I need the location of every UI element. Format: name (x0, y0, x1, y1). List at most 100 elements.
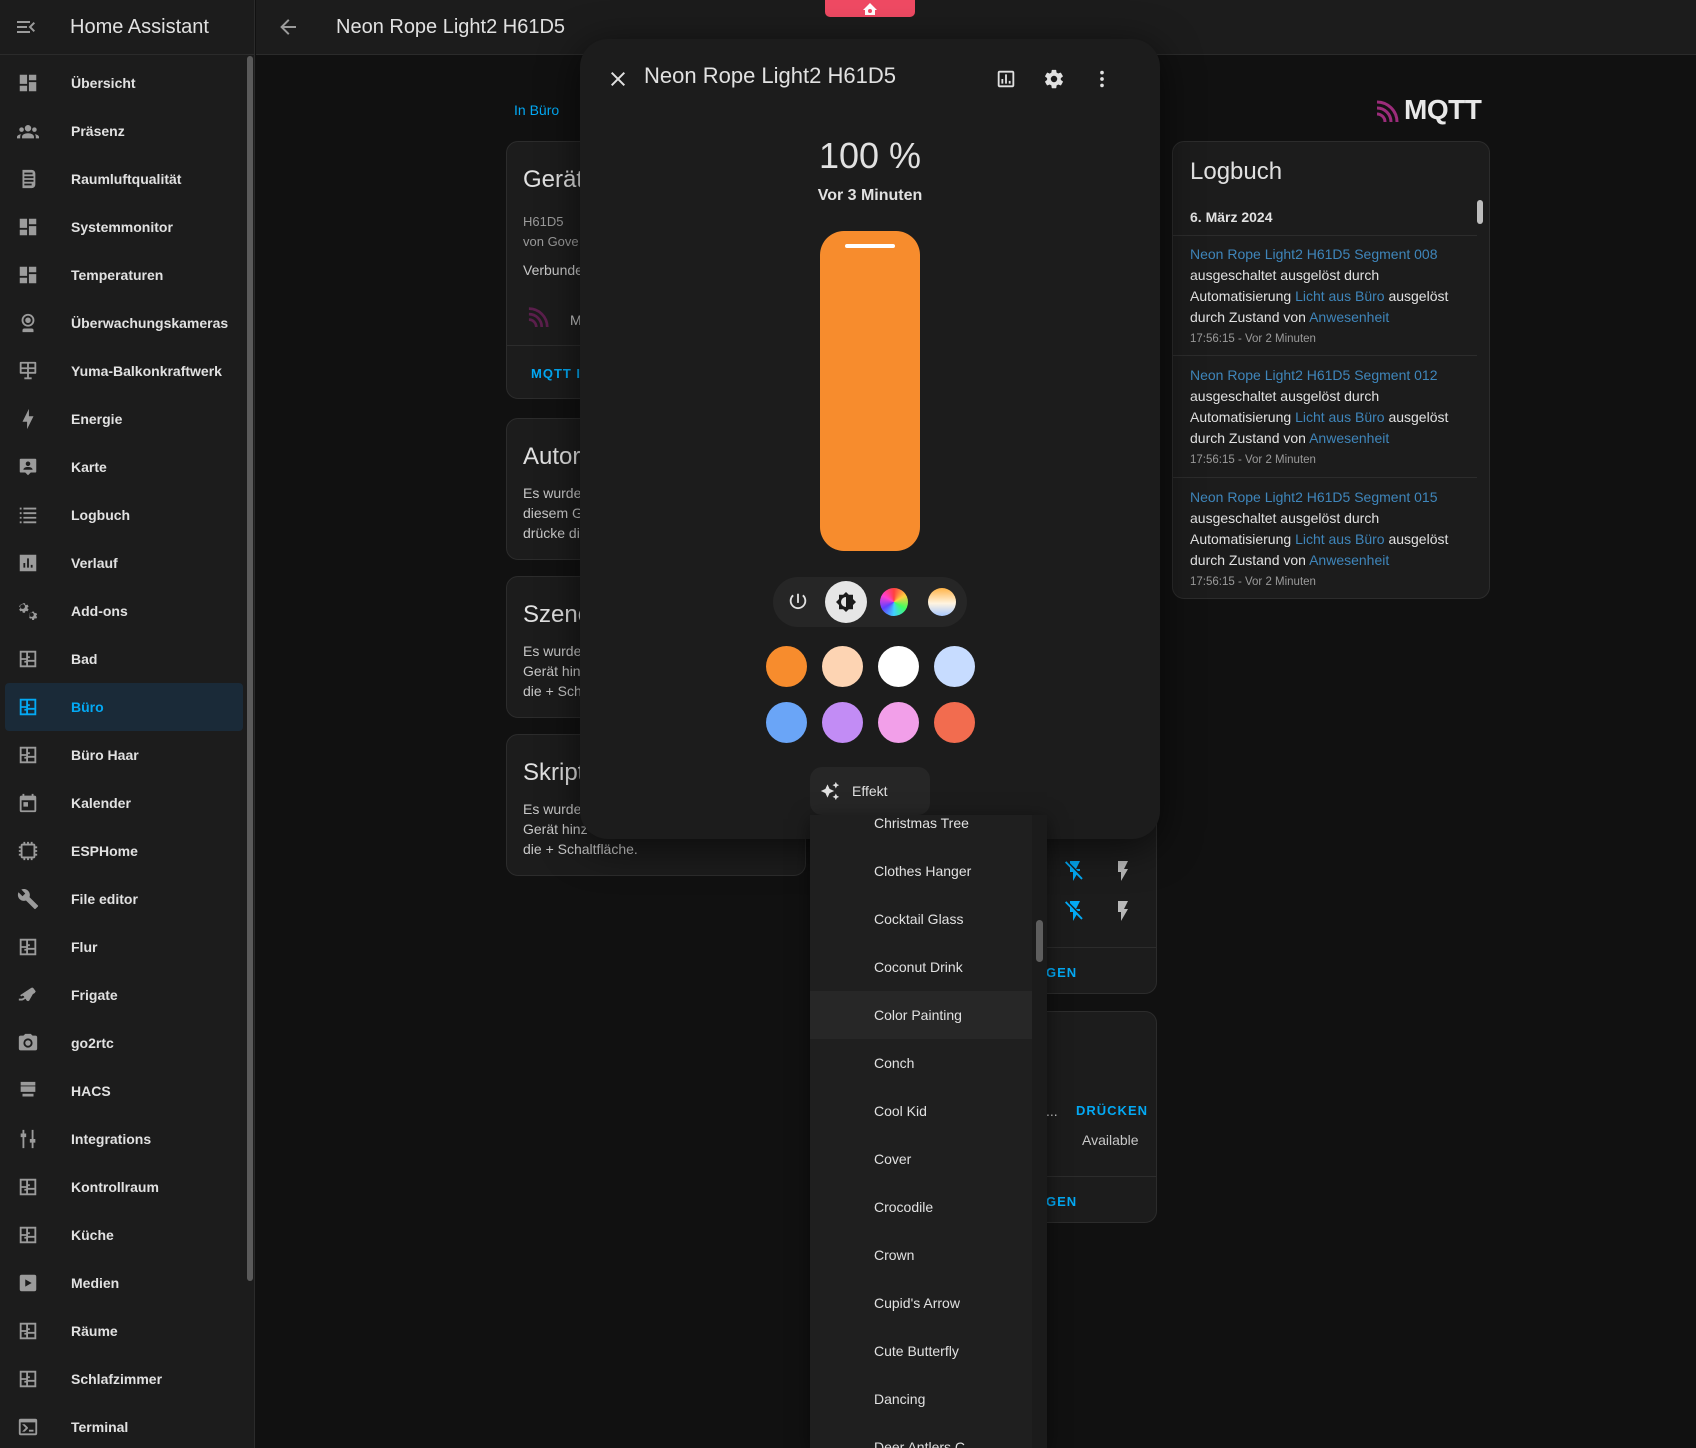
entry-trigger: ausgelöst (1388, 409, 1449, 425)
sidebar-item-integrations[interactable]: Integrations (0, 1115, 255, 1163)
sidebar-item-label: Logbuch (71, 507, 131, 523)
diag-more-link[interactable]: GEN (1046, 1194, 1077, 1209)
controls-more-link[interactable]: GEN (1046, 965, 1077, 980)
back-button[interactable] (258, 0, 318, 55)
sidebar-item-räume[interactable]: Räume (0, 1307, 255, 1355)
sidebar-item-küche[interactable]: Küche (0, 1211, 255, 1259)
sidebar-item-karte[interactable]: Karte (0, 443, 255, 491)
effect-option[interactable]: Clothes Hanger (810, 847, 1032, 895)
color-swatch[interactable] (766, 702, 807, 743)
effect-option[interactable]: Cover (810, 1135, 1032, 1183)
entry-via: Automatisierung (1190, 531, 1292, 547)
color-mode-button[interactable] (873, 581, 915, 623)
sidebar-item-kontrollraum[interactable]: Kontrollraum (0, 1163, 255, 1211)
sidebar-item-bad[interactable]: Bad (0, 635, 255, 683)
floorplan-icon (16, 743, 40, 767)
effect-option[interactable]: Cool Kid (810, 1087, 1032, 1135)
sidebar-item-systemmonitor[interactable]: Systemmonitor (0, 203, 255, 251)
sidebar-scrollbar[interactable] (247, 56, 253, 1281)
mqtt-logo: MQTT (1375, 94, 1482, 126)
effect-option[interactable]: Deer Antlers C (810, 1423, 1032, 1448)
source-link[interactable]: Anwesenheit (1309, 309, 1389, 325)
sidebar-item-temperaturen[interactable]: Temperaturen (0, 251, 255, 299)
slider-handle[interactable] (845, 244, 895, 248)
device-card-title: Gerät (523, 166, 584, 193)
color-swatch[interactable] (878, 702, 919, 743)
source-link[interactable]: Anwesenheit (1309, 552, 1389, 568)
history-button[interactable] (988, 61, 1024, 97)
sidebar-item-flur[interactable]: Flur (0, 923, 255, 971)
effect-option[interactable]: Coconut Drink (810, 943, 1032, 991)
sidebar-item-label: Raumluftqualität (71, 171, 182, 187)
color-temp-mode-button[interactable] (921, 581, 963, 623)
sidebar-item-medien[interactable]: Medien (0, 1259, 255, 1307)
sidebar-item-raumluftqualität[interactable]: Raumluftqualität (0, 155, 255, 203)
color-swatch[interactable] (822, 702, 863, 743)
sidebar-item-go2rtc[interactable]: go2rtc (0, 1019, 255, 1067)
settings-button[interactable] (1036, 61, 1072, 97)
sidebar-item-label: File editor (71, 891, 138, 907)
menu-scrollbar[interactable] (1036, 920, 1043, 962)
brightness-slider[interactable] (820, 231, 920, 551)
logbook-scrollbar[interactable] (1477, 200, 1483, 224)
color-swatch[interactable] (934, 702, 975, 743)
sidebar-item-file-editor[interactable]: File editor (0, 875, 255, 923)
sidebar-item-terminal[interactable]: Terminal (0, 1403, 255, 1448)
sidebar-item-label: Karte (71, 459, 107, 475)
breadcrumb[interactable]: In Büro (514, 102, 559, 118)
effect-option[interactable]: Color Painting (810, 991, 1032, 1039)
floorplan-icon (16, 1367, 40, 1391)
effect-option[interactable]: Cupid's Arrow (810, 1279, 1032, 1327)
sidebar-item-add-ons[interactable]: Add-ons (0, 587, 255, 635)
flash-off-icon[interactable] (1063, 859, 1087, 888)
sidebar-item-kalender[interactable]: Kalender (0, 779, 255, 827)
sidebar-item-label: Integrations (71, 1131, 152, 1147)
sidebar-item-verlauf[interactable]: Verlauf (0, 539, 255, 587)
color-swatch[interactable] (766, 646, 807, 687)
sidebar-item-überwachungskameras[interactable]: Überwachungskameras (0, 299, 255, 347)
sidebar-item-übersicht[interactable]: Übersicht (0, 59, 255, 107)
effect-option[interactable]: Christmas Tree (810, 815, 1032, 847)
effect-option[interactable]: Dancing (810, 1375, 1032, 1423)
toggle-power-button[interactable] (777, 581, 819, 623)
entity-link[interactable]: Neon Rope Light2 H61D5 Segment 008 (1190, 246, 1438, 262)
sidebar-item-büro-haar[interactable]: Büro Haar (0, 731, 255, 779)
color-swatch[interactable] (822, 646, 863, 687)
flash-icon[interactable] (1111, 859, 1135, 888)
effect-option[interactable]: Cocktail Glass (810, 895, 1032, 943)
sidebar-item-büro[interactable]: Büro (5, 683, 243, 731)
color-swatch[interactable] (934, 646, 975, 687)
automation-link[interactable]: Licht aus Büro (1295, 409, 1385, 425)
sidebar-item-label: Energie (71, 411, 123, 427)
color-swatch[interactable] (878, 646, 919, 687)
sidebar-item-esphome[interactable]: ESPHome (0, 827, 255, 875)
sidebar-item-logbuch[interactable]: Logbuch (0, 491, 255, 539)
sidebar-item-schlafzimmer[interactable]: Schlafzimmer (0, 1355, 255, 1403)
flash-icon[interactable] (1111, 899, 1135, 928)
entity-link[interactable]: Neon Rope Light2 H61D5 Segment 012 (1190, 367, 1438, 383)
brightness-mode-button[interactable] (825, 581, 867, 623)
effect-option[interactable]: Cute Butterfly (810, 1327, 1032, 1375)
effect-option[interactable]: Crocodile (810, 1183, 1032, 1231)
automation-link[interactable]: Licht aus Büro (1295, 288, 1385, 304)
entry-via: Automatisierung (1190, 409, 1292, 425)
effect-option[interactable]: Conch (810, 1039, 1032, 1087)
entry-via: Automatisierung (1190, 288, 1292, 304)
logbook-divider (1173, 355, 1477, 356)
sidebar-item-hacs[interactable]: HACS (0, 1067, 255, 1115)
more-options-button[interactable] (1084, 61, 1120, 97)
sidebar-item-präsenz[interactable]: Präsenz (0, 107, 255, 155)
source-link[interactable]: Anwesenheit (1309, 430, 1389, 446)
menu-toggle-button[interactable] (0, 0, 52, 55)
effect-select[interactable]: Effekt (810, 767, 930, 815)
close-button[interactable] (600, 61, 636, 97)
entry-time: 17:56:15 - Vor 2 Minuten (1190, 333, 1316, 345)
entity-link[interactable]: Neon Rope Light2 H61D5 Segment 015 (1190, 489, 1438, 505)
press-button[interactable]: DRÜCKEN (1076, 1103, 1148, 1118)
effect-option[interactable]: Crown (810, 1231, 1032, 1279)
sidebar-item-energie[interactable]: Energie (0, 395, 255, 443)
automation-link[interactable]: Licht aus Büro (1295, 531, 1385, 547)
sidebar-item-yuma-balkonkraftwerk[interactable]: Yuma-Balkonkraftwerk (0, 347, 255, 395)
flash-off-icon[interactable] (1063, 899, 1087, 928)
sidebar-item-frigate[interactable]: Frigate (0, 971, 255, 1019)
